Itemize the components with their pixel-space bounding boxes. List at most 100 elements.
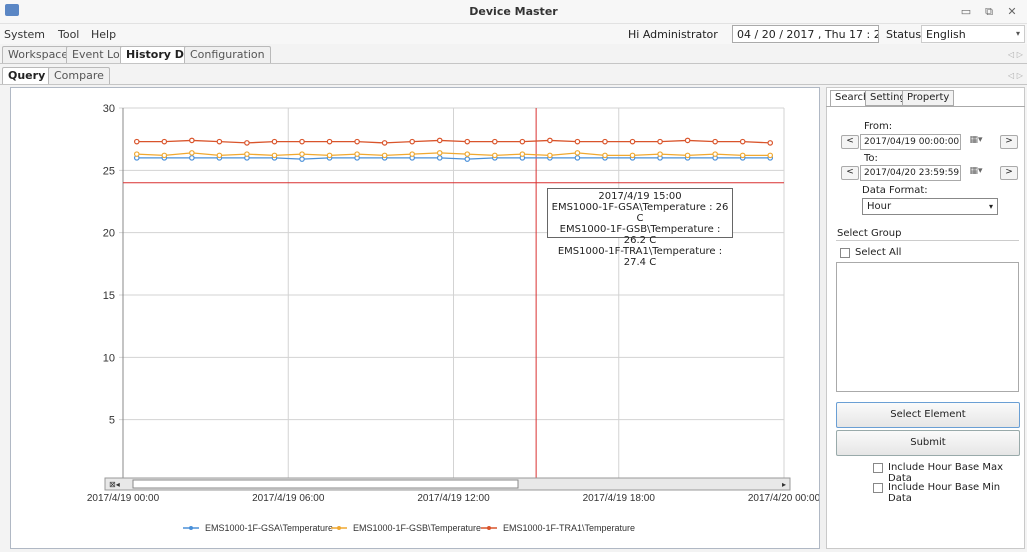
- scroll-left-icon: ⊠◂: [109, 480, 120, 489]
- to-date-input[interactable]: 2017/04/20 23:59:59: [860, 165, 961, 181]
- include-max-checkbox[interactable]: [873, 463, 883, 473]
- x-tick-label: 2017/4/19 12:00: [417, 493, 490, 504]
- data-point: [712, 151, 718, 157]
- legend-marker: [189, 526, 193, 530]
- tab-query[interactable]: Query: [2, 67, 52, 84]
- from-next-button[interactable]: >: [1000, 135, 1018, 149]
- minimize-icon[interactable]: ▭: [957, 4, 975, 20]
- select-group-label: Select Group: [837, 228, 902, 239]
- subtab-divider: [0, 84, 1027, 85]
- data-point: [629, 138, 636, 145]
- data-point: [464, 138, 471, 145]
- data-point: [464, 151, 471, 157]
- data-point: [244, 151, 250, 157]
- include-max-label: Include Hour Base Max Data: [888, 462, 1004, 484]
- tab-divider: [0, 63, 1027, 64]
- data-format-value: Hour: [867, 201, 892, 212]
- group-list[interactable]: [836, 262, 1019, 392]
- language-value: English: [926, 28, 966, 41]
- data-point: [133, 138, 140, 145]
- data-point: [464, 156, 471, 162]
- data-point: [739, 138, 746, 145]
- select-element-button[interactable]: Select Element: [836, 402, 1020, 428]
- restore-icon[interactable]: ⧉: [980, 4, 998, 20]
- menu-system[interactable]: System: [4, 28, 45, 41]
- tooltip-line: EMS1000-1F-TRA1\Temperature : 27.4 C: [557, 246, 723, 268]
- window-title: Device Master: [469, 5, 558, 18]
- legend-label: EMS1000-1F-TRA1\Temperature: [503, 523, 635, 533]
- data-point: [767, 140, 774, 146]
- data-point: [436, 155, 443, 161]
- tab-property[interactable]: Property: [902, 90, 955, 106]
- data-point: [244, 140, 250, 146]
- legend-label: EMS1000-1F-GSA\Temperature: [205, 523, 333, 533]
- submit-button[interactable]: Submit: [836, 430, 1020, 456]
- tab-compare[interactable]: Compare: [48, 67, 110, 84]
- data-point: [767, 152, 774, 159]
- data-point: [574, 138, 581, 145]
- close-icon[interactable]: ✕: [1003, 4, 1021, 20]
- datetime-display: 04 / 20 / 2017 , Thu 17 : 26: [732, 25, 879, 43]
- tooltip-title: 2017/4/19 15:00: [598, 191, 682, 202]
- y-tick-label: 25: [103, 165, 115, 177]
- data-point: [657, 138, 663, 145]
- to-next-button[interactable]: >: [1000, 166, 1018, 180]
- subtab-scroll-icon[interactable]: ◁ ▷: [1008, 71, 1023, 80]
- data-point: [299, 138, 305, 145]
- tooltip-line: EMS1000-1F-GSB\Temperature : 26.2 C: [559, 224, 721, 246]
- to-prev-button[interactable]: <: [841, 166, 859, 180]
- data-point: [409, 151, 415, 157]
- from-date-input[interactable]: 2017/04/19 00:00:00: [860, 134, 961, 150]
- tab-configuration[interactable]: Configuration: [184, 46, 271, 63]
- data-point: [354, 138, 360, 145]
- data-point: [574, 150, 581, 156]
- data-point: [684, 137, 691, 144]
- data-format-label: Data Format:: [862, 185, 928, 196]
- chart-panel: 0510152025302017/4/19 00:002017/4/19 06:…: [10, 87, 820, 549]
- chevron-down-icon: ▾: [988, 202, 993, 211]
- tab-workspace[interactable]: Workspace: [2, 46, 75, 63]
- data-point: [189, 155, 195, 161]
- data-point: [436, 150, 443, 156]
- data-point: [133, 151, 140, 157]
- include-min-checkbox[interactable]: [873, 483, 883, 493]
- x-tick-label: 2017/4/20 00:00: [748, 493, 819, 504]
- select-all-checkbox[interactable]: [840, 248, 850, 258]
- data-point: [299, 156, 305, 162]
- data-point: [271, 152, 278, 159]
- language-select[interactable]: English ▾: [921, 25, 1025, 43]
- greeting-text: Hi Administrator: [628, 28, 718, 41]
- data-point: [216, 152, 223, 159]
- data-point: [739, 152, 746, 159]
- tab-scroll-icon[interactable]: ◁ ▷: [1008, 50, 1023, 59]
- right-tab-divider: [826, 106, 1025, 107]
- data-point: [161, 152, 168, 159]
- tooltip-line: EMS1000-1F-GSA\Temperature : 26 C: [551, 202, 729, 224]
- data-point: [326, 138, 333, 145]
- data-point: [409, 138, 415, 145]
- legend-marker: [337, 526, 341, 530]
- include-min-label: Include Hour Base Min Data: [888, 482, 1001, 504]
- data-point: [189, 137, 195, 144]
- group-divider: [836, 240, 1019, 241]
- data-point: [629, 152, 636, 159]
- calendar-icon[interactable]: ▦▾: [968, 166, 984, 180]
- data-format-select[interactable]: Hour ▾: [862, 198, 998, 215]
- from-prev-button[interactable]: <: [841, 135, 859, 149]
- y-tick-label: 30: [103, 103, 115, 115]
- calendar-icon[interactable]: ▦▾: [968, 135, 984, 149]
- data-point: [436, 137, 443, 144]
- data-point: [381, 140, 388, 146]
- legend-label: EMS1000-1F-GSB\Temperature: [353, 523, 481, 533]
- chart-tooltip: 2017/4/19 15:00 EMS1000-1F-GSA\Temperatu…: [547, 188, 733, 268]
- y-tick-label: 5: [109, 415, 115, 427]
- data-point: [712, 138, 718, 145]
- select-all-label: Select All: [855, 247, 902, 258]
- data-point: [602, 152, 608, 159]
- chart: 0510152025302017/4/19 00:002017/4/19 06:…: [87, 103, 819, 533]
- menu-tool[interactable]: Tool: [58, 28, 79, 41]
- data-point: [299, 151, 305, 157]
- data-point: [657, 151, 663, 157]
- menu-help[interactable]: Help: [91, 28, 116, 41]
- data-point: [602, 138, 608, 145]
